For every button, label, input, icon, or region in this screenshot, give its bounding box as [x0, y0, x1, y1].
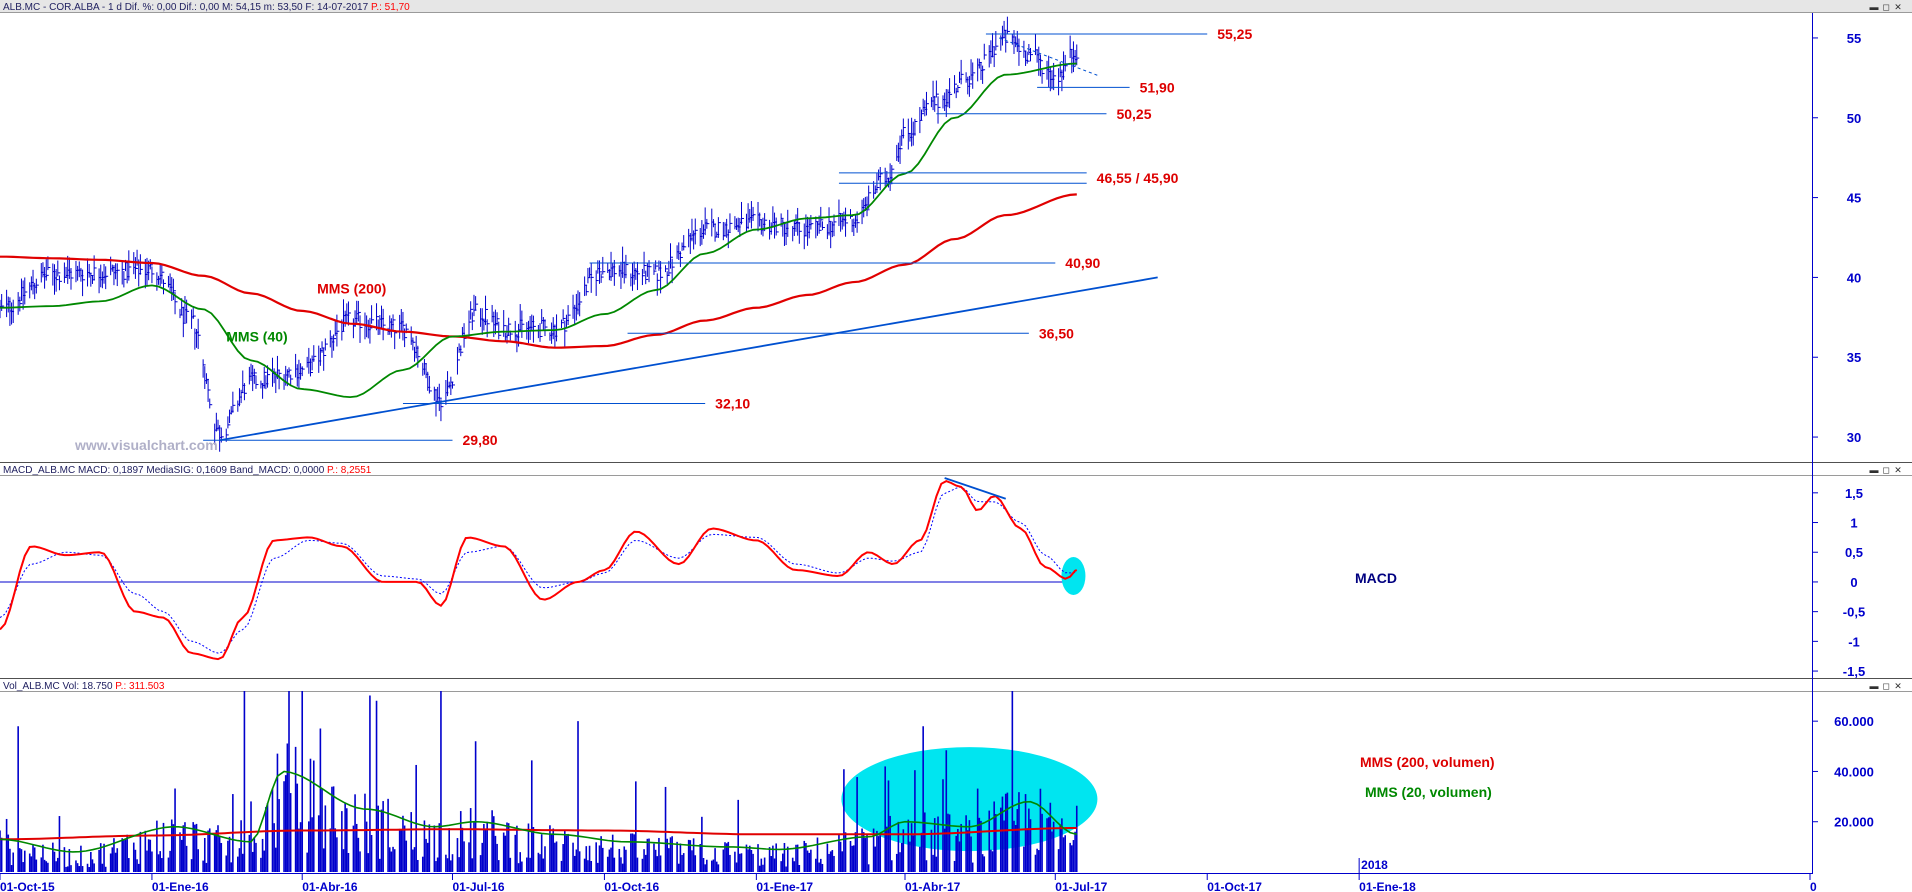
x-tick-label-4: 01-Oct-16 [604, 880, 659, 892]
level-label-5: 36,50 [1039, 325, 1074, 341]
y-tick-label-macd-3: 0 [1850, 575, 1857, 590]
x-tick-label-7: 01-Jul-17 [1055, 880, 1107, 892]
macd-signal-line [0, 486, 1077, 654]
y-tick-label-macd-4: -0,5 [1843, 605, 1865, 620]
y-tick-label-macd-6: -1,5 [1843, 664, 1865, 679]
window-restore-icon[interactable]: ◻ [1882, 465, 1889, 475]
macd-highlight [1061, 557, 1086, 595]
y-tick-label-vol-2: 60.000 [1834, 714, 1874, 729]
level-label-6: 32,10 [715, 396, 750, 412]
level-label-4: 40,90 [1065, 255, 1100, 271]
y-tick-label-price-0: 30 [1847, 430, 1861, 445]
y-tick-label-vol-0: 20.000 [1834, 815, 1874, 830]
panel-header-main-1: MACD_ALB.MC MACD: 0,1897 MediaSIG: 0,160… [3, 465, 327, 476]
x-tick-label-3: 01-Jul-16 [453, 880, 505, 892]
y-tick-label-price-5: 55 [1847, 31, 1861, 46]
macd-line [0, 480, 1078, 661]
x-tick-label-5: 01-Ene-17 [756, 880, 813, 892]
stock-chart: ALB.MC - COR.ALBA - 1 d Dif. %: 0,00 Dif… [0, 0, 1912, 892]
level-label-0: 55,25 [1217, 26, 1252, 42]
macd-divergence-line [944, 477, 1007, 500]
price-bars [0, 16, 1080, 452]
ma-label-0: MMS (200) [317, 280, 386, 296]
year-marker-label: 2018 [1361, 858, 1388, 872]
y-tick-label-price-4: 50 [1847, 111, 1861, 126]
window-close-icon[interactable]: ✕ [1894, 465, 1902, 475]
y-tick-label-vol-1: 40.000 [1834, 764, 1874, 779]
x-tick-label-1: 01-Ene-16 [152, 880, 209, 892]
window-minimize-icon[interactable]: ▬ [1870, 2, 1879, 12]
window-minimize-icon[interactable]: ▬ [1870, 681, 1879, 691]
level-label-2: 50,25 [1116, 106, 1151, 122]
window-restore-icon[interactable]: ◻ [1882, 2, 1889, 12]
vol-mms20-label: MMS (20, volumen) [1365, 784, 1492, 800]
window-restore-icon[interactable]: ◻ [1882, 681, 1889, 691]
level-label-7: 29,80 [463, 432, 498, 448]
y-tick-label-macd-0: 1,5 [1845, 486, 1863, 501]
panel-header-extra-1: P.: 8,2551 [327, 465, 372, 476]
x-tick-label-2: 01-Abr-16 [302, 880, 358, 892]
window-close-icon[interactable]: ✕ [1894, 681, 1902, 691]
panel-header-text-1: MACD_ALB.MC MACD: 0,1897 MediaSIG: 0,160… [3, 465, 372, 476]
x-tick-label-9: 01-Ene-18 [1359, 880, 1416, 892]
y-tick-label-macd-5: -1 [1848, 634, 1860, 649]
panel-header-extra-2: P.: 311.503 [115, 681, 165, 692]
y-tick-label-price-3: 45 [1847, 191, 1861, 206]
ma-label-1: MMS (40) [226, 328, 287, 344]
y-tick-label-price-1: 35 [1847, 350, 1861, 365]
window-minimize-icon[interactable]: ▬ [1870, 465, 1879, 475]
x-tick-label-6: 01-Abr-17 [905, 880, 961, 892]
watermark: www.visualchart.com [74, 437, 218, 453]
y-tick-label-macd-2: 0,5 [1845, 545, 1863, 560]
y-tick-label-price-2: 40 [1847, 270, 1861, 285]
panel-header-extra-0: P.: 51,70 [371, 2, 410, 13]
panel-header-text-2: Vol_ALB.MC Vol: 18.750 P.: 311.503 [3, 681, 165, 692]
level-label-3: 46,55 / 45,90 [1097, 170, 1179, 186]
x-tick-label-8: 01-Oct-17 [1207, 880, 1262, 892]
panel-header-main-2: Vol_ALB.MC Vol: 18.750 [3, 681, 115, 692]
y-tick-label-macd-1: 1 [1850, 516, 1857, 531]
volume-bars [0, 691, 1078, 872]
level-label-1: 51,90 [1140, 79, 1175, 95]
x-tick-label-10: 0 [1810, 880, 1817, 892]
panel-header-bg-2 [0, 679, 1912, 691]
panel-header-main-0: ALB.MC - COR.ALBA - 1 d Dif. %: 0,00 Dif… [3, 2, 371, 13]
vol-mms200-label: MMS (200, volumen) [1360, 754, 1495, 770]
macd-label: MACD [1355, 570, 1397, 586]
window-close-icon[interactable]: ✕ [1894, 2, 1902, 12]
panel-header-text-0: ALB.MC - COR.ALBA - 1 d Dif. %: 0,00 Dif… [3, 2, 410, 13]
support-trendline [219, 276, 1158, 442]
x-tick-label-0: 01-Oct-15 [0, 880, 55, 892]
